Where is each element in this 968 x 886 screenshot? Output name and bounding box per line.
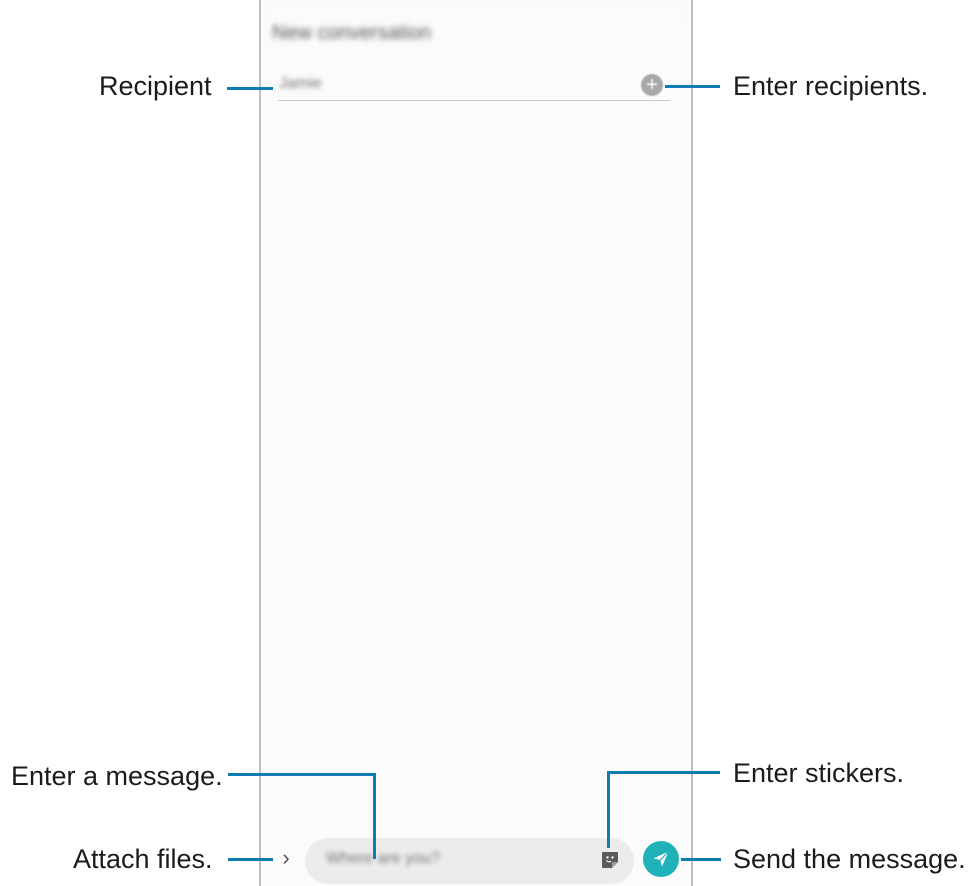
send-button[interactable] [643, 841, 679, 877]
callout-enter-recipients: Enter recipients. [733, 71, 929, 101]
sticker-icon [602, 852, 618, 868]
paper-plane-icon [653, 851, 669, 867]
leader-enter-recipients [665, 85, 720, 88]
leader-attach-files [228, 858, 273, 861]
leader-send-message [681, 858, 721, 861]
recipient-input[interactable]: Jamie [279, 75, 322, 93]
leader-enter-stickers-v [607, 771, 610, 848]
callout-send-message: Send the message. [733, 844, 966, 874]
sticker-button[interactable] [600, 850, 620, 870]
recipient-field-underline [278, 100, 670, 101]
leader-enter-stickers-h [607, 771, 720, 774]
add-recipient-button[interactable]: + [641, 74, 663, 96]
message-placeholder: Where are you? [326, 850, 440, 867]
plus-icon: + [646, 74, 658, 96]
leader-enter-message-h [228, 773, 376, 776]
leader-recipient [227, 87, 273, 90]
phone-screen [259, 0, 693, 886]
callout-enter-message: Enter a message. [11, 761, 223, 791]
callout-attach-files: Attach files. [73, 844, 213, 874]
conversation-title: New conversation [272, 22, 431, 44]
callout-recipient: Recipient [99, 71, 212, 101]
chevron-right-icon: › [282, 845, 290, 870]
leader-enter-message-v [373, 773, 376, 859]
callout-enter-stickers: Enter stickers. [733, 758, 905, 788]
attach-files-button[interactable]: › [278, 842, 294, 874]
conversation-card [267, 8, 685, 886]
